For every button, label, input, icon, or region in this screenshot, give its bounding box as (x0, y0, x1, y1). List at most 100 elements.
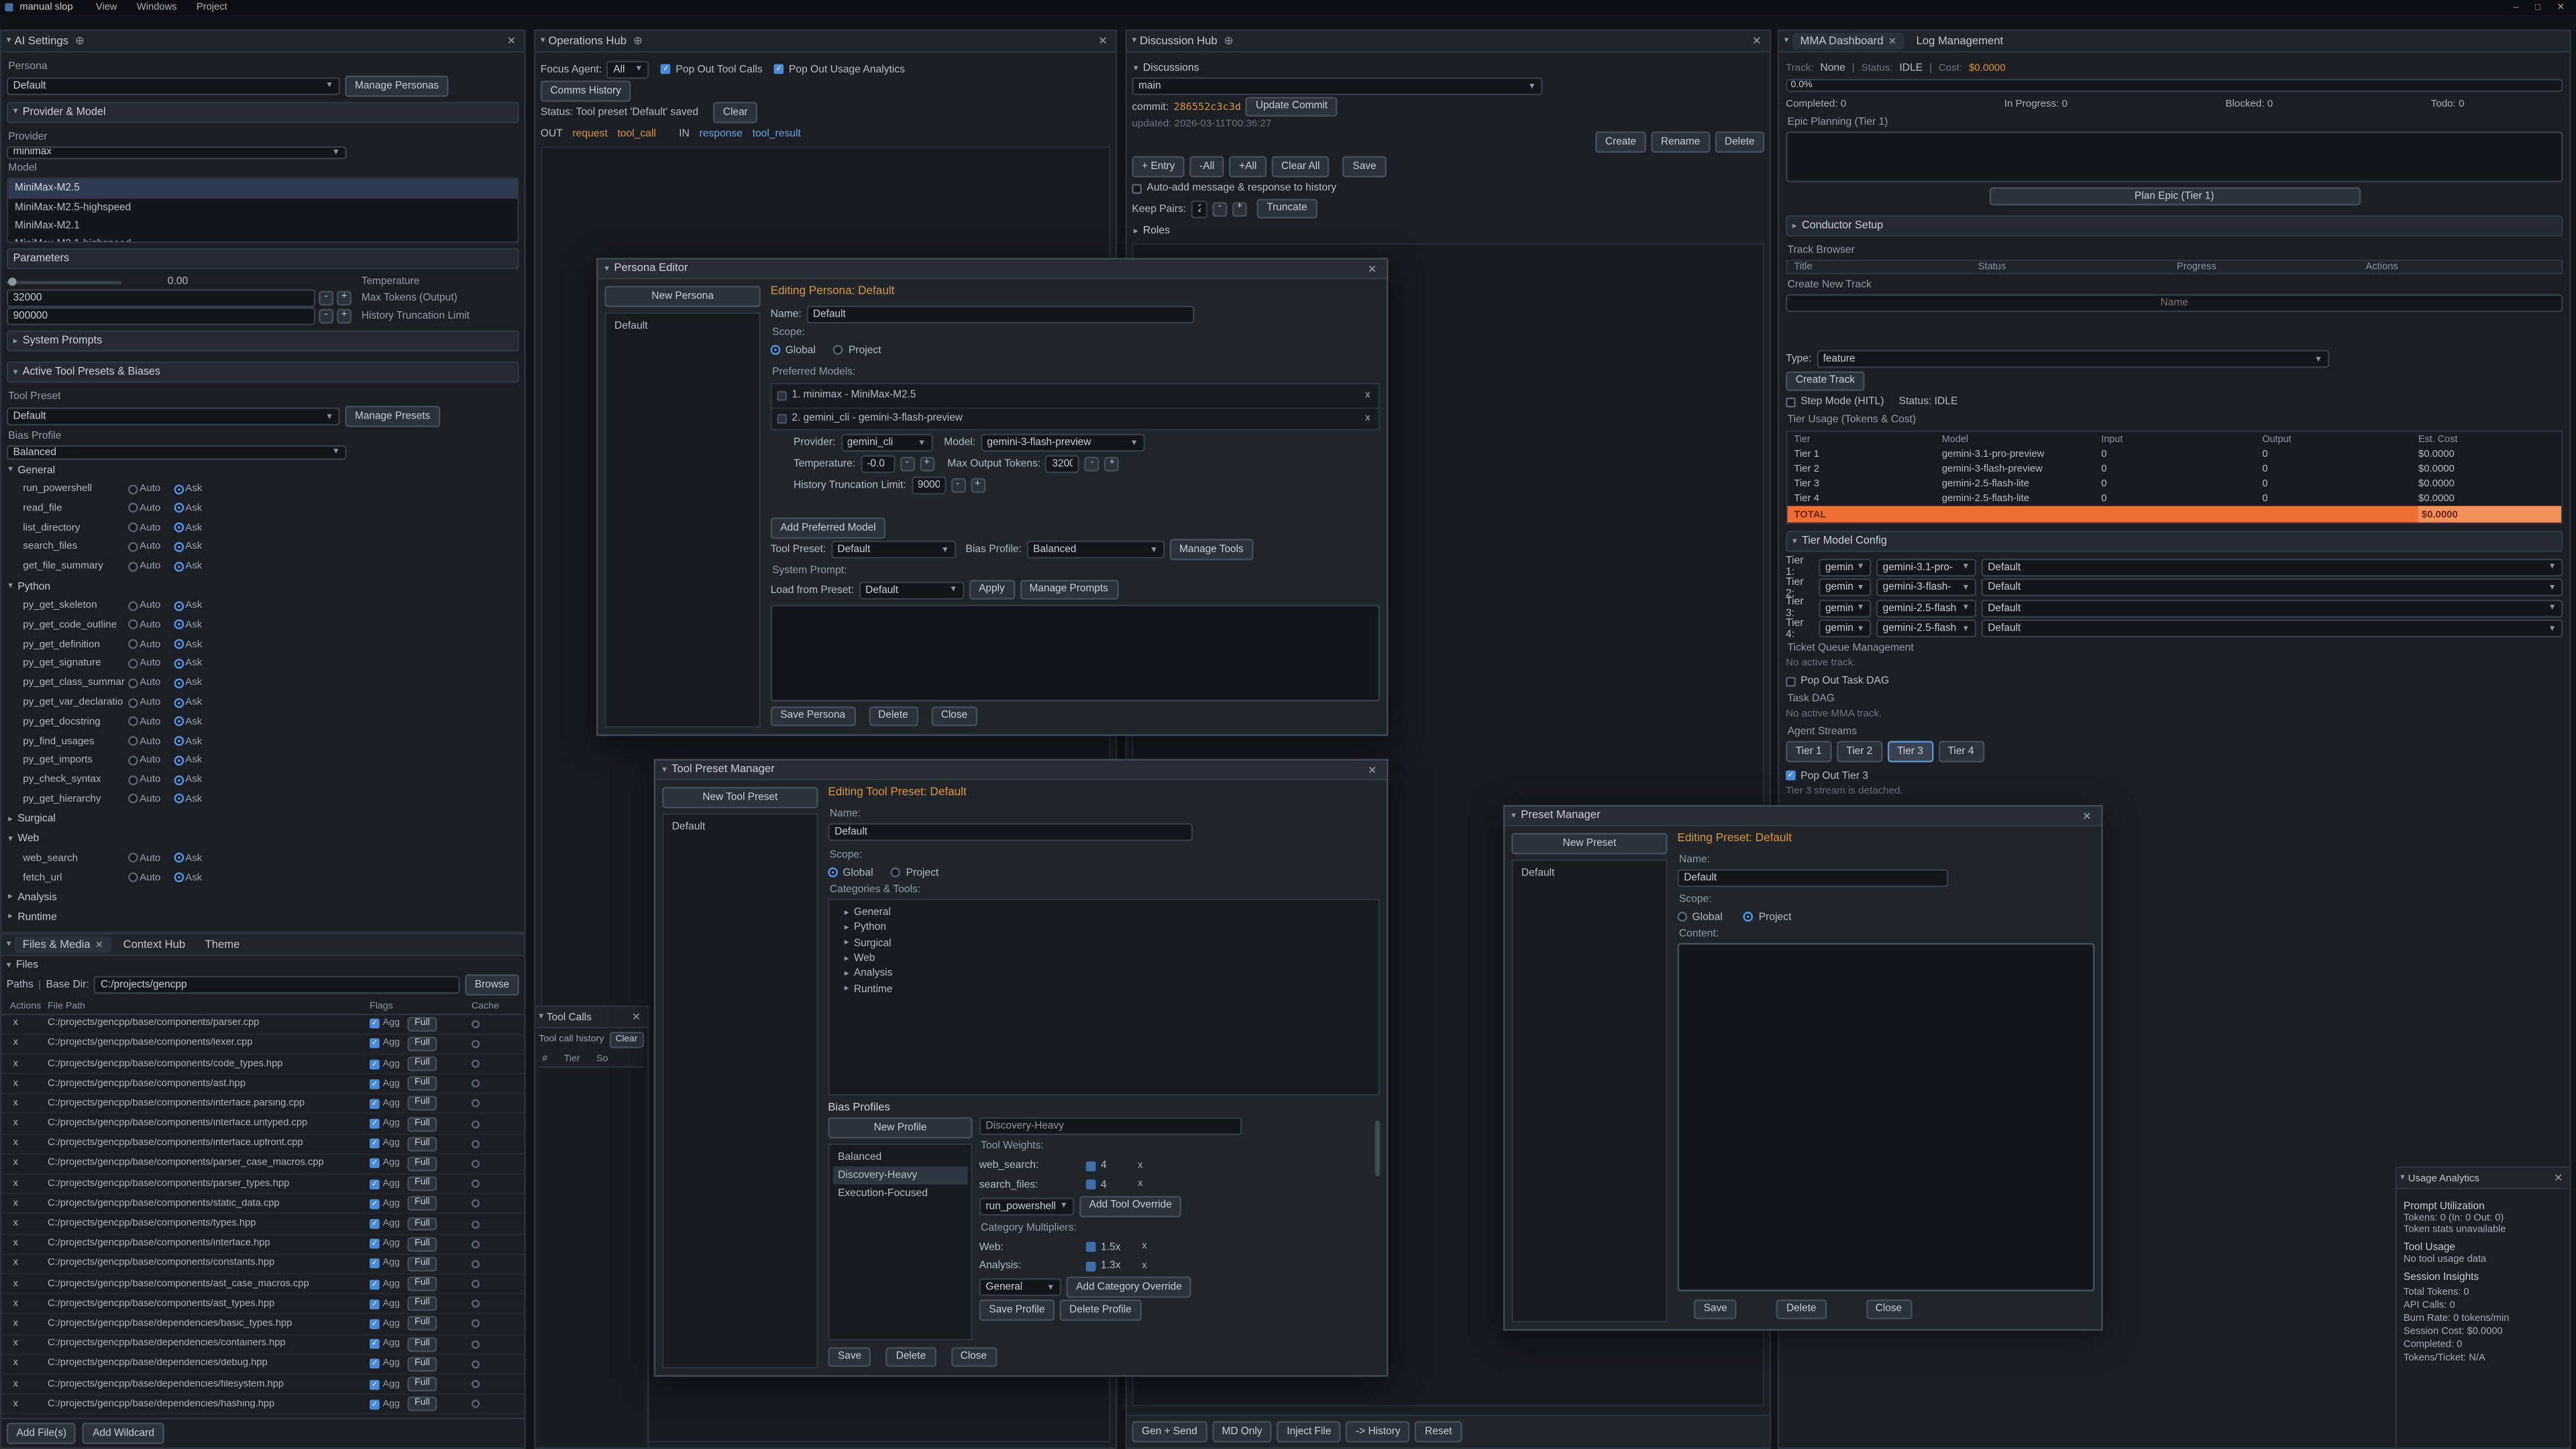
ask-radio[interactable] (174, 794, 184, 804)
remove-file-button[interactable]: x (10, 1399, 21, 1409)
agg-checkbox[interactable]: ✓ (370, 1379, 380, 1389)
file-row[interactable]: x C:/projects/gencpp/base/dependencies/c… (1, 1335, 524, 1355)
ask-radio[interactable] (174, 678, 184, 688)
agg-checkbox[interactable]: ✓ (370, 1059, 380, 1069)
stream-tier-tab[interactable]: Tier 4 (1938, 741, 1984, 761)
ask-radio[interactable] (174, 503, 184, 513)
group-surgical-header[interactable]: ▸ Surgical (8, 814, 517, 825)
collapse-chevron-icon[interactable]: ▾ (7, 940, 11, 950)
pop-out-tool-calls-checkbox[interactable]: ✓ (661, 64, 671, 74)
agg-checkbox[interactable]: ✓ (370, 1139, 380, 1149)
full-toggle-button[interactable]: Full (408, 1116, 436, 1131)
full-toggle-button[interactable]: Full (408, 1217, 436, 1232)
group-web-header[interactable]: ▾ Web (8, 834, 517, 845)
pe-max-tokens-input[interactable] (1045, 455, 1079, 473)
agg-checkbox[interactable]: ✓ (370, 1319, 380, 1329)
remove-file-button[interactable]: x (10, 1099, 21, 1109)
group-analysis-header[interactable]: ▸ Analysis (8, 892, 517, 904)
pe-temperature-input[interactable] (860, 455, 894, 473)
preset-manager-titlebar[interactable]: ▾ Preset Manager ✕ (1505, 806, 2101, 826)
remove-file-button[interactable]: x (10, 1039, 21, 1049)
add-preferred-model-button[interactable]: Add Preferred Model (771, 517, 886, 538)
pe-tool-preset-select[interactable]: Default▼ (831, 541, 956, 559)
stream-tier-tab[interactable]: Tier 1 (1786, 741, 1831, 761)
ask-radio[interactable] (174, 620, 184, 630)
cache-indicator-icon[interactable] (472, 1180, 480, 1188)
tier-model-select[interactable]: gemini-2.5-flash▼ (1876, 620, 1976, 638)
remove-file-button[interactable]: x (10, 1199, 21, 1209)
scope-global-radio[interactable] (1677, 912, 1687, 922)
cache-indicator-icon[interactable] (472, 1060, 480, 1068)
category-tree-item[interactable]: ▸ Surgical (835, 936, 1373, 951)
cache-indicator-icon[interactable] (472, 1220, 480, 1228)
collapse-chevron-icon[interactable]: ▾ (541, 36, 545, 46)
rename-discussion-button[interactable]: Rename (1651, 131, 1710, 152)
remove-file-button[interactable]: x (10, 1219, 21, 1229)
increment-button[interactable]: + (920, 457, 934, 472)
remove-multiplier-button[interactable]: x (1138, 1242, 1150, 1252)
discussion-action-button[interactable]: Inject File (1277, 1421, 1341, 1442)
cache-indicator-icon[interactable] (472, 1020, 480, 1028)
ask-radio[interactable] (174, 523, 184, 533)
tool-calls-column[interactable]: So (596, 1055, 608, 1065)
weight-slider[interactable] (1086, 1180, 1096, 1190)
collapse-chevron-icon[interactable]: ▾ (1784, 36, 1789, 46)
tool-preset-select[interactable]: Default▼ (7, 408, 340, 426)
tab-usage-analytics[interactable]: Usage Analytics (2408, 1172, 2479, 1183)
file-row[interactable]: x C:/projects/gencpp/base/dependencies/d… (1, 1355, 524, 1375)
tab-mma-dashboard[interactable]: MMA Dashboard✕ (1792, 33, 1904, 49)
increment-button[interactable]: + (337, 291, 352, 306)
auto-radio[interactable] (128, 620, 138, 630)
category-tree-item[interactable]: ▸ Python (835, 920, 1373, 936)
cache-indicator-icon[interactable] (472, 1380, 480, 1388)
cache-indicator-icon[interactable] (472, 1400, 480, 1408)
file-row[interactable]: x C:/projects/gencpp/base/components/par… (1, 1014, 524, 1034)
remove-file-button[interactable]: x (10, 1059, 21, 1069)
tier-model-select[interactable]: gemini-3-flash-▼ (1876, 579, 1976, 597)
auto-radio[interactable] (128, 523, 138, 533)
weight-slider[interactable] (1086, 1161, 1096, 1171)
remove-file-button[interactable]: x (10, 1359, 21, 1369)
delete-profile-button[interactable]: Delete Profile (1059, 1300, 1141, 1321)
pe-model-select[interactable]: gemini-3-flash-preview▼ (980, 434, 1144, 452)
scope-project-radio[interactable] (1744, 912, 1754, 922)
column-cache[interactable]: Cache (465, 1002, 524, 1012)
close-dialog-icon[interactable]: ✕ (2079, 809, 2094, 822)
auto-radio[interactable] (128, 775, 138, 785)
tab-tool-calls[interactable]: Tool Calls (547, 1011, 592, 1022)
model-option[interactable]: MiniMax-M2.5-highspeed (8, 198, 517, 216)
menu-item[interactable]: Windows (137, 3, 177, 13)
auto-radio[interactable] (128, 755, 138, 765)
agg-checkbox[interactable]: ✓ (370, 1339, 380, 1349)
cache-indicator-icon[interactable] (472, 1320, 480, 1328)
drag-handle-icon[interactable] (777, 390, 787, 400)
remove-file-button[interactable]: x (10, 1079, 21, 1089)
category-tree-item[interactable]: ▸ Analysis (835, 966, 1373, 981)
discussion-action-button[interactable]: MD Only (1212, 1421, 1272, 1442)
tool-calls-list[interactable] (539, 1067, 644, 1444)
remove-file-button[interactable]: x (10, 1299, 21, 1309)
tab-ai-settings[interactable]: AI Settings (14, 36, 68, 47)
legend-response[interactable]: response (700, 127, 743, 139)
file-row[interactable]: x C:/projects/gencpp/base/components/int… (1, 1095, 524, 1115)
bias-profile-item[interactable]: Discovery-Heavy (833, 1166, 968, 1184)
full-toggle-button[interactable]: Full (408, 1297, 436, 1311)
remove-file-button[interactable]: x (10, 1239, 21, 1249)
pop-out-tier3-checkbox[interactable]: ✓ (1786, 771, 1796, 781)
tier-provider-select[interactable]: gemini▼ (1819, 579, 1871, 597)
scope-global-radio[interactable] (771, 345, 781, 355)
persona-list-item[interactable]: Default (610, 317, 756, 335)
base-dir-input[interactable] (94, 975, 460, 994)
full-toggle-button[interactable]: Full (408, 1277, 436, 1291)
delete-preset-button[interactable]: Delete (1776, 1299, 1826, 1320)
file-row[interactable]: x C:/projects/gencpp/base/components/par… (1, 1155, 524, 1175)
tool-preset-list[interactable]: Default (662, 812, 818, 1368)
auto-radio[interactable] (128, 484, 138, 494)
track-type-select[interactable]: feature▼ (1817, 350, 2329, 368)
auto-radio[interactable] (128, 698, 138, 708)
legend-tool-call[interactable]: tool_call (617, 127, 655, 139)
clear-all-button[interactable]: Clear All (1271, 156, 1330, 177)
clear-status-button[interactable]: Clear (713, 102, 757, 123)
paths-label[interactable]: Paths (7, 979, 34, 990)
cache-indicator-icon[interactable] (472, 1260, 480, 1268)
